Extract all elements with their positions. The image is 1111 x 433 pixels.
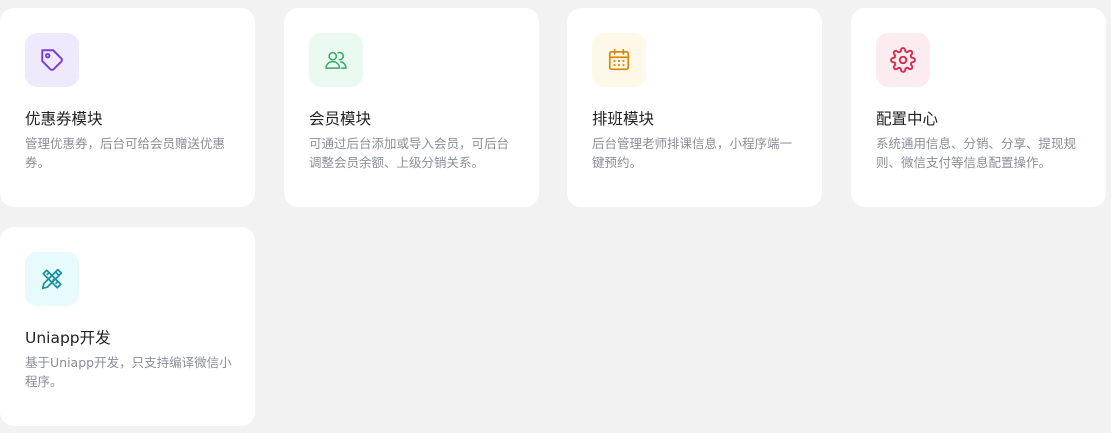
module-title: 配置中心	[876, 110, 939, 128]
module-grid: 优惠券模块 管理优惠券，后台可给会员赠送优惠券。 会员模块 可通过后台添加或导入…	[0, 0, 1111, 433]
module-title: 优惠券模块	[25, 110, 103, 128]
calendar-icon	[592, 33, 646, 87]
module-description: 管理优惠券，后台可给会员赠送优惠券。	[25, 136, 226, 170]
module-description: 基于Uniapp开发，只支持编译微信小程序。	[25, 355, 232, 389]
module-card-member[interactable]: 会员模块 可通过后台添加或导入会员，可后台调整会员余额、上级分销关系。	[284, 8, 539, 207]
module-card-schedule[interactable]: 排班模块 后台管理老师排课信息，小程序端一键预约。	[567, 8, 822, 207]
gear-icon	[876, 33, 930, 87]
module-title: 排班模块	[592, 110, 655, 128]
module-card-coupon[interactable]: 优惠券模块 管理优惠券，后台可给会员赠送优惠券。	[0, 8, 255, 207]
module-card-config[interactable]: 配置中心 系统通用信息、分销、分享、提现规则、微信支付等信息配置操作。	[851, 8, 1106, 207]
users-icon	[309, 33, 363, 87]
module-description: 后台管理老师排课信息，小程序端一键预约。	[592, 136, 793, 170]
module-description: 系统通用信息、分销、分享、提现规则、微信支付等信息配置操作。	[876, 136, 1077, 170]
module-title: 会员模块	[309, 110, 372, 128]
module-description: 可通过后台添加或导入会员，可后台调整会员余额、上级分销关系。	[309, 136, 510, 170]
pencil-ruler-icon	[25, 252, 79, 306]
tag-icon	[25, 33, 79, 87]
module-title: Uniapp开发	[25, 329, 111, 347]
module-card-uniapp[interactable]: Uniapp开发 基于Uniapp开发，只支持编译微信小程序。	[0, 227, 255, 426]
